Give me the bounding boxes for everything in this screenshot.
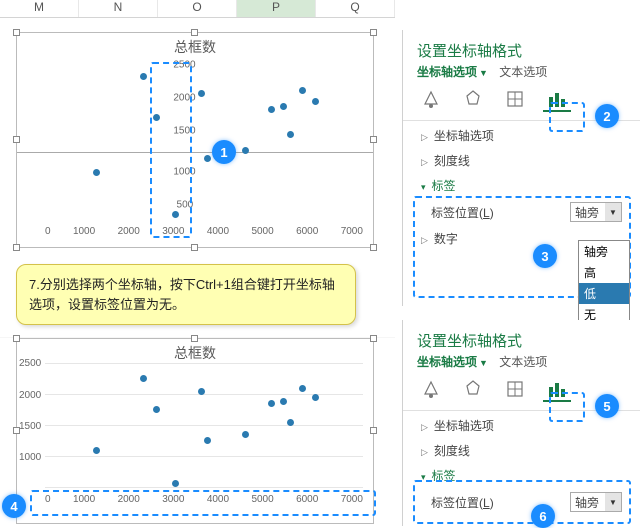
effects-icon[interactable] [459,378,487,402]
axis-options-icon[interactable] [543,378,571,402]
format-pane-bottom: 设置坐标轴格式 坐标轴选项▼ 文本选项 5 ▷坐标轴选项 ▷刻度线 ▾标签 标签… [402,320,640,526]
plot-area[interactable] [45,363,363,487]
column-headers: M N O P Q [0,0,395,18]
size-props-icon[interactable] [501,88,529,112]
section-labels[interactable]: ▾标签 [403,173,640,198]
instruction-box: 7.分别选择两个坐标轴，按下Ctrl+1组合键打开坐标轴选项，设置标签位置为无。 [16,264,356,325]
tab-axis-options[interactable]: 坐标轴选项 [417,65,477,79]
section-ticks[interactable]: ▷刻度线 [403,148,640,173]
fill-line-icon[interactable] [417,378,445,402]
pane-title: 设置坐标轴格式 [403,30,640,63]
y-axis-ticks: 2500 2000 1500 1000 500 [45,57,363,221]
axis-options-icon[interactable] [543,88,571,112]
fill-line-icon[interactable] [417,88,445,112]
label-position-row: 标签位置(L) 轴旁 ▼ [403,488,640,516]
step-bubble-6: 6 [531,504,555,528]
chart-title[interactable]: 总框数 [17,339,373,363]
step-bubble-5: 5 [595,394,619,418]
chart-top[interactable]: 总框数 2500 2000 1500 1000 500 0 1000 2000 … [16,32,374,248]
size-props-icon[interactable] [501,378,529,402]
pane-title: 设置坐标轴格式 [403,320,640,353]
option-low[interactable]: 低 [579,283,629,304]
label-position-select[interactable]: 轴旁 ▼ [570,492,622,512]
step-bubble-4: 4 [2,494,26,518]
label-position-label: 标签位置(L) [431,204,494,221]
option-axis-side[interactable]: 轴旁 [579,241,629,262]
label-position-label: 标签位置(L) [431,494,494,511]
label-position-row: 标签位置(L) 轴旁 ▼ [403,198,640,226]
tab-axis-options[interactable]: 坐标轴选项 [417,355,477,369]
chart-bottom[interactable]: 总框数 2500 2000 1500 1000 0 1000 2000 3000… [16,338,374,524]
x-axis-ticks: 0 1000 2000 3000 4000 5000 6000 7000 [45,226,363,237]
step-bubble-3: 3 [533,244,557,268]
col-q[interactable]: Q [316,0,395,17]
label-position-dropdown[interactable]: 轴旁 高 低 无 [578,240,630,326]
option-high[interactable]: 高 [579,262,629,283]
section-labels[interactable]: ▾标签 [403,463,640,488]
effects-icon[interactable] [459,88,487,112]
col-p[interactable]: P [237,0,316,17]
pane-tabs: 坐标轴选项▼ 文本选项 [403,353,640,376]
x-axis-ticks: 0 1000 2000 3000 4000 5000 6000 7000 [45,494,363,505]
col-o[interactable]: O [158,0,237,17]
step-bubble-1: 1 [212,140,236,164]
step-bubble-2: 2 [595,104,619,128]
col-m[interactable]: M [0,0,79,17]
pane-tabs: 坐标轴选项▼ 文本选项 [403,63,640,86]
section-ticks[interactable]: ▷刻度线 [403,438,640,463]
label-position-select[interactable]: 轴旁 ▼ [570,202,622,222]
format-pane-top: 设置坐标轴格式 坐标轴选项▼ 文本选项 2 ▷坐标轴选项 ▷刻度线 ▾标签 标签… [402,30,640,306]
tab-text-options[interactable]: 文本选项 [499,65,547,79]
y-axis-left[interactable]: 2500 2000 1500 1000 [19,363,43,487]
chart-title[interactable]: 总框数 [17,33,373,57]
tab-text-options[interactable]: 文本选项 [499,355,547,369]
col-n[interactable]: N [79,0,158,17]
